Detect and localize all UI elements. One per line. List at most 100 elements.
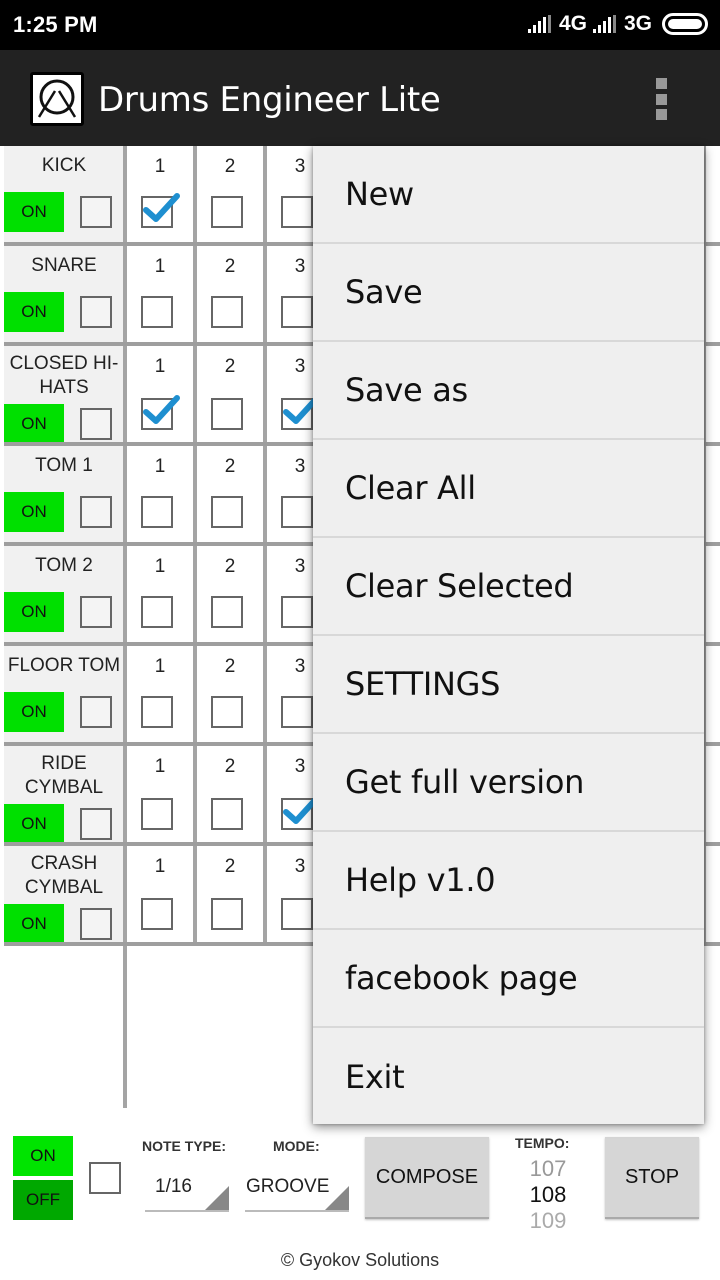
note-type-spinner[interactable]: 1/16 — [145, 1168, 229, 1212]
stop-button[interactable]: STOP — [605, 1137, 699, 1219]
track-on-button[interactable]: ON — [4, 292, 64, 332]
network-type-1: 4G — [558, 12, 587, 35]
track-on-button[interactable]: ON — [4, 692, 64, 732]
step-cell: 2 — [193, 546, 263, 643]
network-type-2: 3G — [623, 12, 652, 35]
step-checkbox[interactable] — [281, 496, 313, 528]
track-on-button[interactable]: ON — [4, 404, 64, 444]
menu-item-get-full-version[interactable]: Get full version — [313, 734, 704, 832]
step-number: 2 — [224, 256, 236, 277]
step-checkbox[interactable] — [141, 193, 180, 228]
track-name: TOM 1 — [35, 455, 93, 476]
step-checkbox[interactable] — [281, 196, 313, 228]
drum-logo-icon — [30, 72, 84, 126]
step-cell: 1 — [123, 446, 193, 543]
track-select-checkbox[interactable] — [80, 596, 112, 628]
step-number: 1 — [154, 456, 166, 477]
menu-item-clear-all[interactable]: Clear All — [313, 440, 704, 538]
step-checkbox[interactable] — [141, 395, 180, 430]
compose-button[interactable]: COMPOSE — [365, 1137, 489, 1219]
step-cell: 2 — [193, 846, 263, 943]
track-header: SNARE ON — [4, 246, 124, 343]
step-checkbox[interactable] — [281, 696, 313, 728]
all-on-button[interactable]: ON — [13, 1136, 73, 1176]
track-on-button[interactable]: ON — [4, 492, 64, 532]
track-header: CLOSED HI-HATS ON — [4, 346, 124, 444]
menu-item-new[interactable]: New — [313, 146, 704, 244]
track-on-button[interactable]: ON — [4, 192, 64, 232]
menu-item-facebook-page[interactable]: facebook page — [313, 930, 704, 1028]
track-select-checkbox[interactable] — [80, 496, 112, 528]
select-all-checkbox[interactable] — [89, 1162, 121, 1194]
step-checkbox[interactable] — [211, 696, 243, 728]
dropdown-triangle-icon — [205, 1186, 229, 1210]
step-checkbox[interactable] — [141, 798, 173, 830]
mode-spinner[interactable]: GROOVE — [245, 1168, 349, 1212]
step-checkbox[interactable] — [281, 296, 313, 328]
track-select-checkbox[interactable] — [80, 408, 112, 440]
signal-icon — [592, 15, 616, 33]
step-checkbox[interactable] — [281, 395, 320, 430]
step-checkbox[interactable] — [211, 398, 243, 430]
track-name: KICK — [41, 155, 87, 176]
column-divider — [123, 946, 127, 1108]
menu-item-save-as[interactable]: Save as — [313, 342, 704, 440]
step-checkbox[interactable] — [141, 898, 173, 930]
step-cell: 1 — [123, 646, 193, 743]
step-checkbox[interactable] — [211, 596, 243, 628]
more-vert-icon[interactable] — [656, 78, 670, 120]
step-checkbox[interactable] — [281, 898, 313, 930]
step-checkbox[interactable] — [211, 496, 243, 528]
track-select-checkbox[interactable] — [80, 196, 112, 228]
step-checkbox[interactable] — [211, 196, 243, 228]
all-off-button[interactable]: OFF — [13, 1180, 73, 1220]
step-checkbox[interactable] — [281, 795, 320, 830]
step-checkbox[interactable] — [141, 596, 173, 628]
note-type-value: 1/16 — [155, 1176, 192, 1197]
step-checkbox[interactable] — [281, 596, 313, 628]
step-cell: 1 — [123, 546, 193, 643]
mode-value: GROOVE — [246, 1176, 330, 1197]
menu-item-exit[interactable]: Exit — [313, 1028, 704, 1126]
tempo-prev[interactable]: 107 — [508, 1156, 588, 1182]
step-checkbox[interactable] — [211, 898, 243, 930]
step-checkbox[interactable] — [211, 296, 243, 328]
step-checkbox[interactable] — [211, 798, 243, 830]
track-select-checkbox[interactable] — [80, 908, 112, 940]
tempo-value[interactable]: 108 — [508, 1182, 588, 1208]
tempo-label: TEMPO: — [515, 1135, 570, 1151]
menu-item-settings[interactable]: SETTINGS — [313, 636, 704, 734]
track-header: TOM 1 ON — [4, 446, 124, 543]
track-on-button[interactable]: ON — [4, 804, 64, 844]
step-checkbox[interactable] — [141, 496, 173, 528]
track-select-checkbox[interactable] — [80, 296, 112, 328]
track-on-button[interactable]: ON — [4, 592, 64, 632]
step-checkbox[interactable] — [141, 696, 173, 728]
menu-item-save[interactable]: Save — [313, 244, 704, 342]
track-header: TOM 2 ON — [4, 546, 124, 643]
tempo-next[interactable]: 109 — [508, 1208, 588, 1234]
track-select-checkbox[interactable] — [80, 696, 112, 728]
copyright-footer: © Gyokov Solutions — [280, 1250, 440, 1270]
mode-label: MODE: — [273, 1138, 320, 1154]
step-cell — [702, 546, 720, 643]
step-cell — [702, 346, 720, 443]
dropdown-triangle-icon — [325, 1186, 349, 1210]
step-checkbox[interactable] — [141, 296, 173, 328]
note-type-label: NOTE TYPE: — [142, 1138, 227, 1154]
track-name: CRASH CYMBAL — [24, 853, 104, 898]
step-cell: 2 — [193, 146, 263, 243]
track-name: CLOSED HI-HATS — [9, 353, 119, 398]
step-number: 2 — [224, 456, 236, 477]
status-time: 1:25 PM — [13, 12, 98, 37]
track-name: FLOOR TOM — [7, 655, 121, 676]
track-on-button[interactable]: ON — [4, 904, 64, 944]
signal-icon — [527, 15, 551, 33]
track-name: RIDE CYMBAL — [24, 753, 104, 798]
menu-item-clear-selected[interactable]: Clear Selected — [313, 538, 704, 636]
status-indicators: 4G 3G — [527, 12, 708, 36]
battery-icon — [662, 13, 708, 35]
menu-item-help-v1-0[interactable]: Help v1.0 — [313, 832, 704, 930]
step-number: 1 — [154, 756, 166, 777]
track-select-checkbox[interactable] — [80, 808, 112, 840]
